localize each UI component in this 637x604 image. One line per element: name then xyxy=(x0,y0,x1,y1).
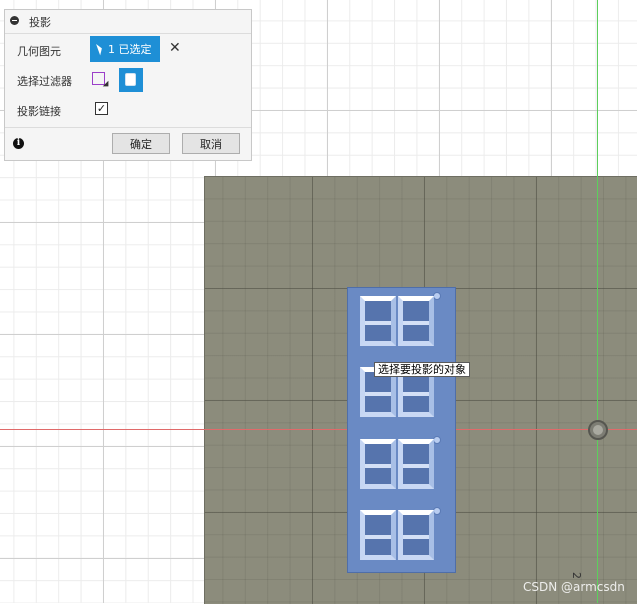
watermark: CSDN @armcsdn xyxy=(523,580,625,594)
decimal-point xyxy=(433,507,441,515)
collapse-icon[interactable] xyxy=(10,16,19,25)
selection-tooltip: 选择要投影的对象 xyxy=(374,362,470,377)
projection-link-label: 投影链接 xyxy=(17,105,61,118)
filter-sketch-geometry-icon[interactable] xyxy=(92,72,105,85)
filter-body-button[interactable] xyxy=(119,68,143,92)
dialog-header: 投影 xyxy=(5,10,251,34)
geometry-selection-label: 1 已选定 xyxy=(108,43,152,56)
decimal-point xyxy=(433,292,441,300)
dialog-divider xyxy=(5,127,251,128)
info-icon[interactable]: i xyxy=(13,138,24,149)
segment-digit[interactable] xyxy=(398,439,434,489)
cancel-button[interactable]: 取消 xyxy=(182,133,240,154)
segment-digit[interactable] xyxy=(360,439,396,489)
display-board-part[interactable] xyxy=(347,287,456,573)
dialog-title: 投影 xyxy=(29,16,51,29)
y-axis-line xyxy=(597,0,598,603)
geometry-label: 几何图元 xyxy=(17,45,61,58)
segment-digit[interactable] xyxy=(360,510,396,560)
filter-label: 选择过滤器 xyxy=(17,75,72,88)
decimal-point xyxy=(433,436,441,444)
segment-digit[interactable] xyxy=(360,296,396,346)
clear-selection-icon[interactable]: ✕ xyxy=(169,40,181,56)
origin-point-icon[interactable] xyxy=(588,420,608,440)
projection-link-checkbox[interactable]: ✓ xyxy=(95,102,108,115)
ok-button[interactable]: 确定 xyxy=(112,133,170,154)
cursor-arrow-icon xyxy=(96,42,104,56)
coordinate-label: 2 xyxy=(570,572,583,579)
x-axis-line xyxy=(0,429,637,430)
project-dialog: 投影 几何图元 1 已选定 ✕ 选择过滤器 投影链接 ✓ i 确定 取消 xyxy=(4,9,252,161)
geometry-selection-button[interactable]: 1 已选定 xyxy=(90,36,160,62)
segment-digit[interactable] xyxy=(398,296,434,346)
segment-digit[interactable] xyxy=(398,510,434,560)
